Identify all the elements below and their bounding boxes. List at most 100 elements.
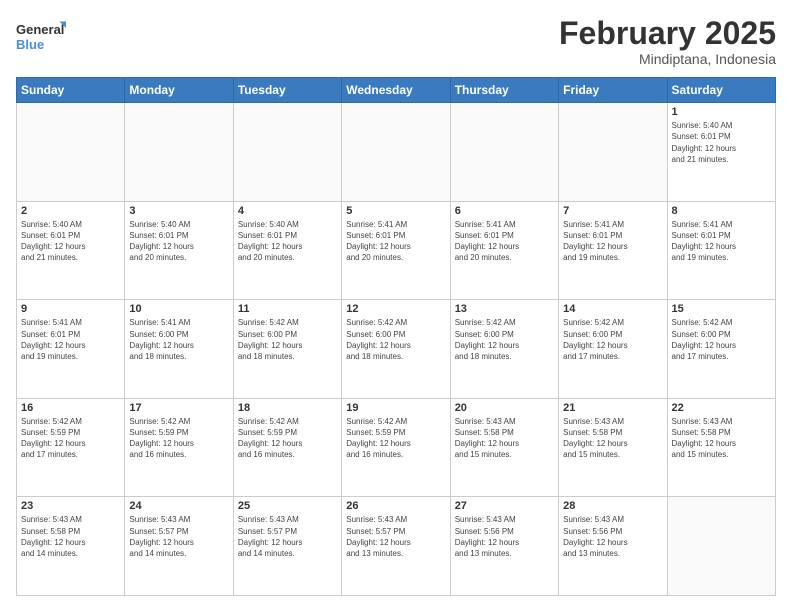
day-number: 13: [455, 303, 554, 315]
day-number: 24: [129, 500, 228, 512]
day-number: 17: [129, 402, 228, 414]
logo-svg: General Blue: [16, 16, 66, 58]
calendar-cell: 7 Sunrise: 5:41 AM Sunset: 6:01 PM Daylig…: [559, 201, 667, 300]
calendar-cell: 8Sunrise: 5:41 AM Sunset: 6:01 PM Daylig…: [667, 201, 775, 300]
calendar-cell: 20Sunrise: 5:43 AM Sunset: 5:58 PM Dayli…: [450, 398, 558, 497]
col-monday: Monday: [125, 78, 233, 103]
day-info: Sunrise: 5:42 AM Sunset: 6:00 PM Dayligh…: [563, 317, 662, 362]
calendar-cell: 2 Sunrise: 5:40 AM Sunset: 6:01 PM Daylig…: [17, 201, 125, 300]
calendar-cell: 17 Sunrise: 5:42 AM Sunset: 5:59 PM Dayli…: [125, 398, 233, 497]
day-number: 11: [238, 303, 337, 315]
calendar-week-row: 1Sunrise: 5:40 AM Sunset: 6:01 PM Daylig…: [17, 103, 776, 202]
day-number: 26: [346, 500, 445, 512]
day-info: Sunrise: 5:42 AM Sunset: 6:00 PM Dayligh…: [238, 317, 337, 362]
calendar-cell: 15 Sunrise: 5:42 AM Sunset: 6:00 PM Dayli…: [667, 300, 775, 399]
day-info: Sunrise: 5:43 AM Sunset: 5:58 PM Dayligh…: [563, 416, 662, 461]
day-info: Sunrise: 5:42 AM Sunset: 6:00 PM Dayligh…: [672, 317, 771, 362]
day-info: Sunrise: 5:40 AM Sunset: 6:01 PM Dayligh…: [129, 219, 228, 264]
day-number: 25: [238, 500, 337, 512]
day-number: 3: [129, 205, 228, 217]
day-number: 22: [672, 402, 771, 414]
month-year-title: February 2025: [559, 16, 776, 51]
calendar-cell: 10 Sunrise: 5:41 AM Sunset: 6:00 PM Dayli…: [125, 300, 233, 399]
day-info: Sunrise: 5:42 AM Sunset: 5:59 PM Dayligh…: [129, 416, 228, 461]
calendar-cell: 21Sunrise: 5:43 AM Sunset: 5:58 PM Dayli…: [559, 398, 667, 497]
day-number: 6: [455, 205, 554, 217]
location-subtitle: Mindiptana, Indonesia: [559, 51, 776, 67]
day-info: Sunrise: 5:43 AM Sunset: 5:57 PM Dayligh…: [129, 514, 228, 559]
calendar-cell: 22 Sunrise: 5:43 AM Sunset: 5:58 PM Dayli…: [667, 398, 775, 497]
calendar-week-row: 16 Sunrise: 5:42 AM Sunset: 5:59 PM Dayli…: [17, 398, 776, 497]
svg-text:Blue: Blue: [16, 37, 44, 52]
day-number: 18: [238, 402, 337, 414]
day-info: Sunrise: 5:43 AM Sunset: 5:57 PM Dayligh…: [238, 514, 337, 559]
calendar-cell: [559, 103, 667, 202]
day-info: Sunrise: 5:41 AM Sunset: 6:01 PM Dayligh…: [346, 219, 445, 264]
day-info: Sunrise: 5:42 AM Sunset: 6:00 PM Dayligh…: [455, 317, 554, 362]
day-info: Sunrise: 5:42 AM Sunset: 5:59 PM Dayligh…: [21, 416, 120, 461]
day-number: 9: [21, 303, 120, 315]
calendar-cell: 5 Sunrise: 5:41 AM Sunset: 6:01 PM Daylig…: [342, 201, 450, 300]
day-info: Sunrise: 5:41 AM Sunset: 6:01 PM Dayligh…: [563, 219, 662, 264]
calendar-cell: [233, 103, 341, 202]
day-info: Sunrise: 5:41 AM Sunset: 6:01 PM Dayligh…: [672, 219, 771, 264]
day-info: Sunrise: 5:42 AM Sunset: 5:59 PM Dayligh…: [238, 416, 337, 461]
col-friday: Friday: [559, 78, 667, 103]
calendar-cell: 18 Sunrise: 5:42 AM Sunset: 5:59 PM Dayli…: [233, 398, 341, 497]
day-info: Sunrise: 5:43 AM Sunset: 5:57 PM Dayligh…: [346, 514, 445, 559]
day-info: Sunrise: 5:43 AM Sunset: 5:56 PM Dayligh…: [455, 514, 554, 559]
calendar-cell: [450, 103, 558, 202]
day-info: Sunrise: 5:41 AM Sunset: 6:00 PM Dayligh…: [129, 317, 228, 362]
day-number: 5: [346, 205, 445, 217]
calendar-cell: 9 Sunrise: 5:41 AM Sunset: 6:01 PM Daylig…: [17, 300, 125, 399]
day-info: Sunrise: 5:42 AM Sunset: 5:59 PM Dayligh…: [346, 416, 445, 461]
calendar-week-row: 2 Sunrise: 5:40 AM Sunset: 6:01 PM Daylig…: [17, 201, 776, 300]
day-number: 14: [563, 303, 662, 315]
day-number: 20: [455, 402, 554, 414]
calendar-cell: 26 Sunrise: 5:43 AM Sunset: 5:57 PM Dayli…: [342, 497, 450, 596]
day-number: 7: [563, 205, 662, 217]
day-info: Sunrise: 5:41 AM Sunset: 6:01 PM Dayligh…: [455, 219, 554, 264]
calendar-cell: 14 Sunrise: 5:42 AM Sunset: 6:00 PM Dayli…: [559, 300, 667, 399]
calendar-cell: 11 Sunrise: 5:42 AM Sunset: 6:00 PM Dayli…: [233, 300, 341, 399]
col-saturday: Saturday: [667, 78, 775, 103]
page: General Blue February 2025 Mindiptana, I…: [0, 0, 792, 612]
calendar-header-row: Sunday Monday Tuesday Wednesday Thursday…: [17, 78, 776, 103]
calendar-cell: 19Sunrise: 5:42 AM Sunset: 5:59 PM Dayli…: [342, 398, 450, 497]
calendar-cell: 13 Sunrise: 5:42 AM Sunset: 6:00 PM Dayli…: [450, 300, 558, 399]
day-info: Sunrise: 5:41 AM Sunset: 6:01 PM Dayligh…: [21, 317, 120, 362]
calendar-cell: 28 Sunrise: 5:43 AM Sunset: 5:56 PM Dayli…: [559, 497, 667, 596]
calendar-cell: 16 Sunrise: 5:42 AM Sunset: 5:59 PM Dayli…: [17, 398, 125, 497]
day-number: 4: [238, 205, 337, 217]
day-info: Sunrise: 5:43 AM Sunset: 5:56 PM Dayligh…: [563, 514, 662, 559]
day-info: Sunrise: 5:40 AM Sunset: 6:01 PM Dayligh…: [21, 219, 120, 264]
day-number: 10: [129, 303, 228, 315]
day-info: Sunrise: 5:43 AM Sunset: 5:58 PM Dayligh…: [672, 416, 771, 461]
calendar-cell: [342, 103, 450, 202]
day-number: 15: [672, 303, 771, 315]
calendar-cell: 6 Sunrise: 5:41 AM Sunset: 6:01 PM Daylig…: [450, 201, 558, 300]
day-number: 23: [21, 500, 120, 512]
col-thursday: Thursday: [450, 78, 558, 103]
header: General Blue February 2025 Mindiptana, I…: [16, 16, 776, 67]
col-sunday: Sunday: [17, 78, 125, 103]
calendar-table: Sunday Monday Tuesday Wednesday Thursday…: [16, 77, 776, 596]
day-info: Sunrise: 5:43 AM Sunset: 5:58 PM Dayligh…: [21, 514, 120, 559]
calendar-cell: 1Sunrise: 5:40 AM Sunset: 6:01 PM Daylig…: [667, 103, 775, 202]
calendar-cell: 27 Sunrise: 5:43 AM Sunset: 5:56 PM Dayli…: [450, 497, 558, 596]
calendar-cell: [667, 497, 775, 596]
calendar-cell: 23 Sunrise: 5:43 AM Sunset: 5:58 PM Dayli…: [17, 497, 125, 596]
day-number: 16: [21, 402, 120, 414]
day-number: 2: [21, 205, 120, 217]
calendar-cell: 25 Sunrise: 5:43 AM Sunset: 5:57 PM Dayli…: [233, 497, 341, 596]
calendar-cell: 3 Sunrise: 5:40 AM Sunset: 6:01 PM Daylig…: [125, 201, 233, 300]
calendar-cell: 12Sunrise: 5:42 AM Sunset: 6:00 PM Dayli…: [342, 300, 450, 399]
day-info: Sunrise: 5:42 AM Sunset: 6:00 PM Dayligh…: [346, 317, 445, 362]
day-number: 27: [455, 500, 554, 512]
calendar-week-row: 23 Sunrise: 5:43 AM Sunset: 5:58 PM Dayli…: [17, 497, 776, 596]
calendar-cell: 4 Sunrise: 5:40 AM Sunset: 6:01 PM Daylig…: [233, 201, 341, 300]
day-info: Sunrise: 5:40 AM Sunset: 6:01 PM Dayligh…: [238, 219, 337, 264]
title-block: February 2025 Mindiptana, Indonesia: [559, 16, 776, 67]
calendar-cell: [125, 103, 233, 202]
day-number: 28: [563, 500, 662, 512]
